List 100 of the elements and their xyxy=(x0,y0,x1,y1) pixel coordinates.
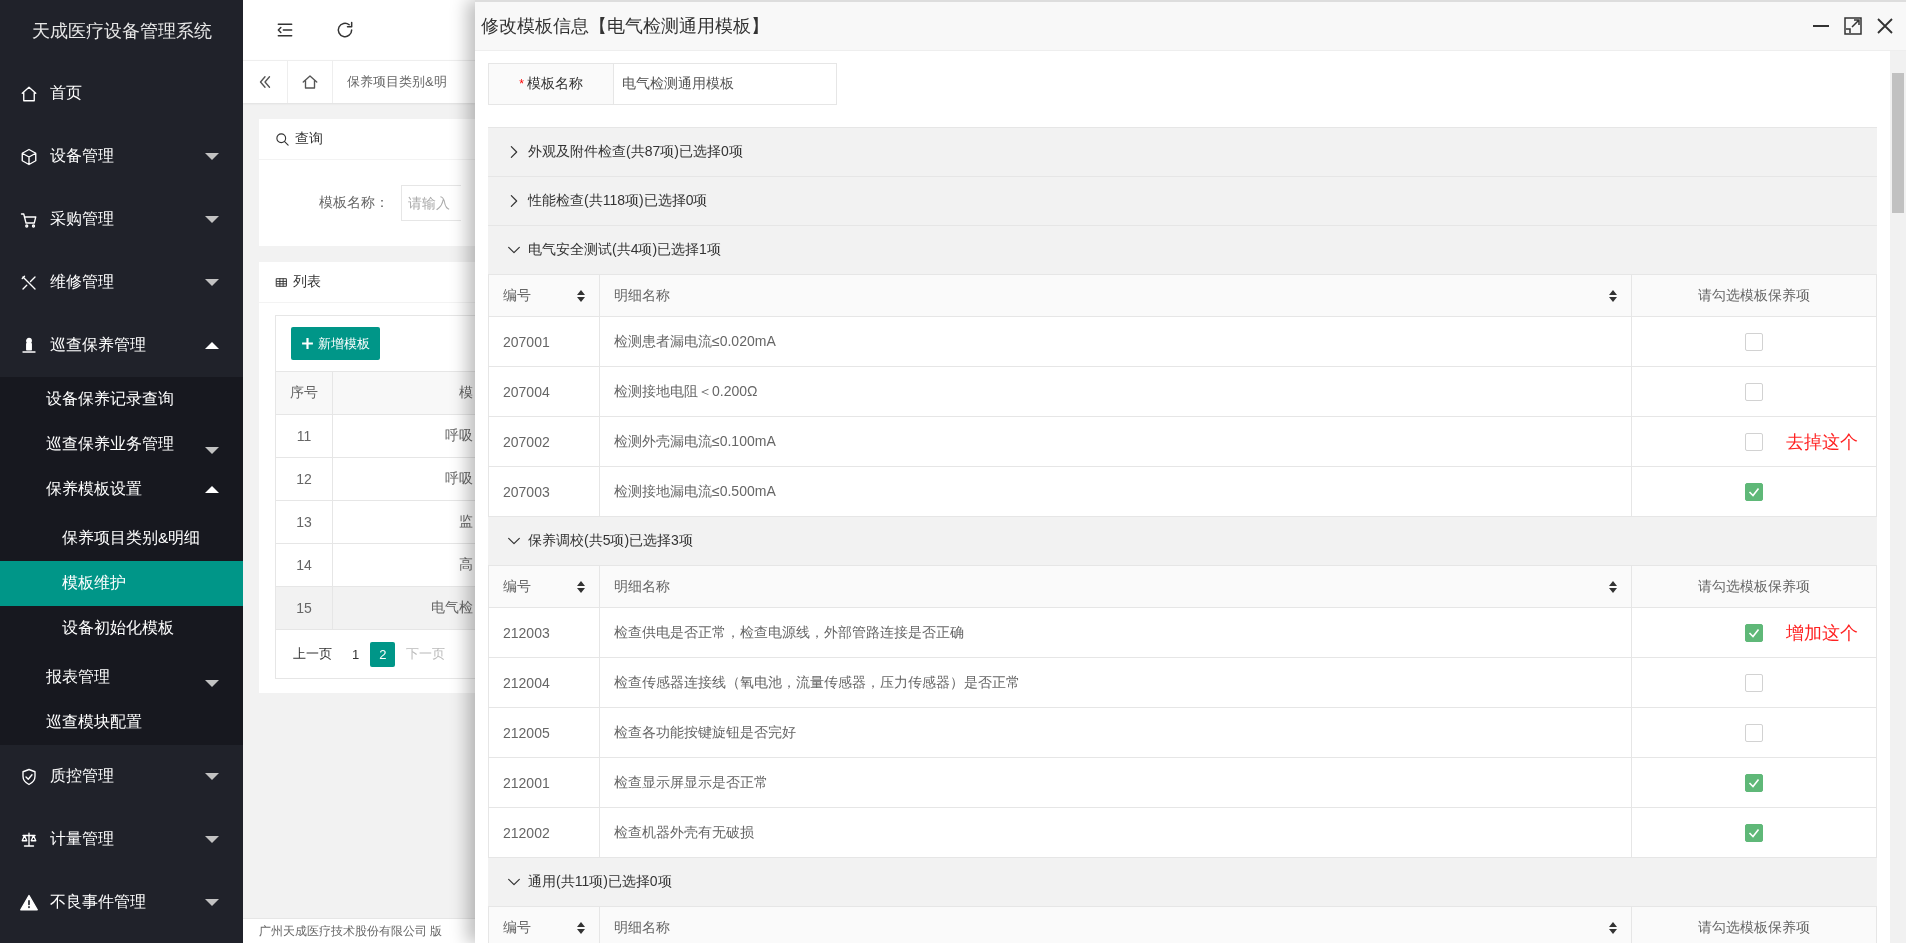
column-header: 编号 xyxy=(503,918,531,937)
checkbox[interactable] xyxy=(1745,332,1763,351)
menu-item[interactable]: 首页 xyxy=(0,62,243,125)
home-icon xyxy=(301,73,319,91)
table-cell: 212002 xyxy=(503,824,550,841)
menu-item[interactable]: 巡查模块配置 xyxy=(0,700,243,745)
menu-item[interactable]: 设备保养记录查询 xyxy=(0,377,243,422)
table-cell: 212005 xyxy=(503,724,550,741)
table-cell: 检测外壳漏电流≤0.100mA xyxy=(614,432,776,451)
search-field[interactable]: 请输入 xyxy=(401,185,461,221)
group-header[interactable]: 通用(共11项)已选择0项 xyxy=(488,857,1877,906)
column-header: 请勾选模板保养项 xyxy=(1698,286,1810,305)
table-cell: 检测接地电阻＜0.200Ω xyxy=(614,382,758,401)
table-cell: 检查各功能按键旋钮是否完好 xyxy=(614,723,796,742)
checkbox[interactable] xyxy=(1745,623,1763,642)
menu-item[interactable]: 保养项目类别&明细 xyxy=(0,516,243,561)
menu-item[interactable]: 计量管理 xyxy=(0,808,243,871)
table-cell-text: 呼吸 xyxy=(444,426,474,445)
menu-item[interactable]: 巡查保养业务管理 xyxy=(0,422,243,467)
caret-icon xyxy=(205,898,219,906)
menu-item[interactable]: 质控管理 xyxy=(0,745,243,808)
close-button[interactable] xyxy=(1876,17,1894,35)
table-cell: 13 xyxy=(276,501,333,543)
cart-icon xyxy=(20,210,38,229)
table-cell: 207003 xyxy=(503,483,550,500)
table-cell: 212003 xyxy=(503,624,550,641)
check-icon xyxy=(1748,626,1760,639)
column-header: 模 xyxy=(458,383,474,402)
group-header[interactable]: 性能检查(共118项)已选择0项 xyxy=(488,176,1877,225)
table-cell-text: 电气检 xyxy=(430,598,474,617)
menu-item[interactable]: 不良事件管理 xyxy=(0,871,243,934)
checkbox[interactable] xyxy=(1745,673,1763,692)
column-header: 序号 xyxy=(276,372,333,414)
table-cell-text: 高 xyxy=(458,555,474,574)
table-cell: 检查机器外壳有无破损 xyxy=(614,823,754,842)
checkbox[interactable] xyxy=(1745,723,1763,742)
table-cell: 检测接地漏电流≤0.500mA xyxy=(614,482,776,501)
column-header: 请勾选模板保养项 xyxy=(1698,577,1810,596)
checkbox[interactable] xyxy=(1745,432,1763,451)
group-header[interactable]: 电气安全测试(共4项)已选择1项 xyxy=(488,225,1877,274)
maximize-icon xyxy=(1844,17,1862,35)
table-cell: 检查显示屏显示是否正常 xyxy=(614,773,768,792)
column-header: 请勾选模板保养项 xyxy=(1698,918,1810,937)
prev-page-button[interactable]: 上一页 xyxy=(284,640,341,668)
warning-icon xyxy=(20,893,38,912)
menu-item[interactable]: 保养模板设置 xyxy=(0,467,243,512)
checkbox[interactable] xyxy=(1745,773,1763,792)
table-cell: 12 xyxy=(276,458,333,500)
menu-item[interactable]: 设备初始化模板 xyxy=(0,606,243,651)
caret-icon xyxy=(205,835,219,843)
table-icon xyxy=(275,275,288,289)
caret-icon xyxy=(205,278,219,286)
search-icon xyxy=(275,131,290,147)
menu-fold-icon xyxy=(275,20,295,40)
table-cell: 检测患者漏电流≤0.020mA xyxy=(614,332,776,351)
menu-item[interactable]: 设备管理 xyxy=(0,125,243,188)
maximize-button[interactable] xyxy=(1844,17,1862,35)
caret-icon xyxy=(205,485,219,493)
menu-item[interactable]: 维修管理 xyxy=(0,251,243,314)
table-cell: 检查传感器连接线（氧电池，流量传感器，压力传感器）是否正常 xyxy=(614,673,1020,692)
group-header[interactable]: 外观及附件检查(共87项)已选择0项 xyxy=(488,127,1877,176)
sort-icon[interactable] xyxy=(1609,289,1617,302)
table-cell-text: 监 xyxy=(458,512,474,531)
column-header: 明细名称 xyxy=(614,286,670,305)
sort-icon[interactable] xyxy=(1609,921,1617,934)
menu-item[interactable]: 巡查保养管理 xyxy=(0,314,243,377)
sort-icon[interactable] xyxy=(577,921,585,934)
menu-item[interactable]: 采购管理 xyxy=(0,188,243,251)
field-label: * 模板名称 xyxy=(488,63,614,105)
tools-icon xyxy=(20,273,38,292)
template-name-field[interactable]: 电气检测通用模板 xyxy=(614,63,837,105)
menu-item[interactable]: 报表管理 xyxy=(0,655,243,700)
sort-icon[interactable] xyxy=(577,580,585,593)
column-header: 编号 xyxy=(503,577,531,596)
checkbox[interactable] xyxy=(1745,482,1763,501)
dialog-title: 修改模板信息【电气检测通用模板】 xyxy=(481,15,770,38)
refresh-icon xyxy=(335,20,355,40)
home-icon xyxy=(20,84,38,103)
person-icon xyxy=(20,336,38,355)
plus-icon xyxy=(301,337,314,350)
cube-icon xyxy=(20,147,38,166)
table-row[interactable]: 15 电气检 xyxy=(276,586,475,629)
sort-icon[interactable] xyxy=(577,289,585,302)
checkbox[interactable] xyxy=(1745,382,1763,401)
page-button[interactable]: 2 xyxy=(370,641,396,667)
add-template-button[interactable]: 新增模板 xyxy=(291,327,380,360)
page-button[interactable]: 1 xyxy=(343,641,369,667)
column-header: 编号 xyxy=(503,286,531,305)
close-icon xyxy=(1876,17,1894,35)
minimize-icon xyxy=(1812,25,1830,27)
shield-icon xyxy=(20,767,38,786)
group-header[interactable]: 保养调校(共5项)已选择3项 xyxy=(488,516,1877,565)
caret-icon xyxy=(205,152,219,160)
checkbox[interactable] xyxy=(1745,823,1763,842)
sort-icon[interactable] xyxy=(1609,580,1617,593)
check-icon xyxy=(1748,485,1760,498)
table-cell: 207004 xyxy=(503,383,550,400)
scrollbar[interactable] xyxy=(1890,51,1906,943)
menu-item[interactable]: 模板维护 xyxy=(0,561,243,606)
caret-icon xyxy=(205,446,219,454)
